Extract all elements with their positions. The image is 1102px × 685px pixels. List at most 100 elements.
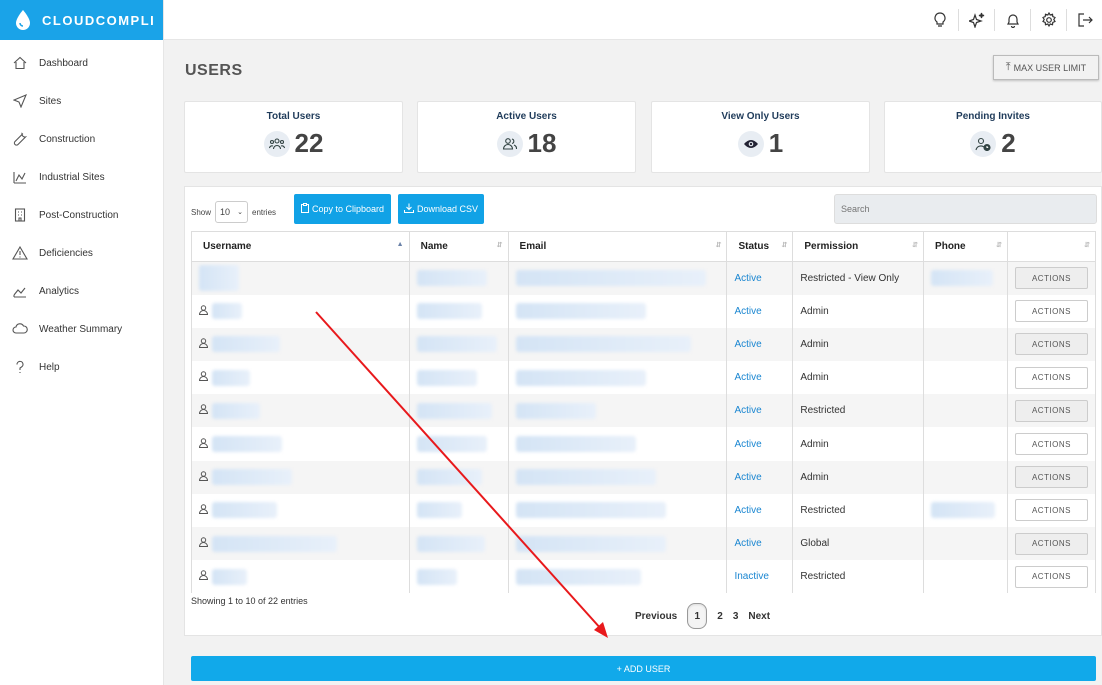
email-cell	[507, 327, 728, 362]
column-label: Email	[519, 241, 547, 252]
actions-button[interactable]: ACTIONS	[1014, 366, 1088, 389]
username-cell	[191, 493, 410, 527]
actions-button[interactable]: ACTIONS	[1014, 399, 1088, 422]
redacted-name	[416, 303, 482, 320]
actions-button[interactable]: ACTIONS	[1014, 466, 1088, 489]
wrench-icon	[12, 131, 28, 147]
table-row: Active Admin ACTIONS	[191, 327, 1097, 362]
pagination-previous[interactable]: Previous	[635, 611, 677, 622]
actions-cell: ACTIONS	[1006, 327, 1097, 362]
users-icon	[496, 130, 523, 157]
phone-cell	[923, 493, 1008, 527]
status-link[interactable]: Active	[734, 405, 761, 416]
brand-bar[interactable]: CLOUDCOMPLI	[0, 0, 163, 40]
email-cell	[507, 427, 728, 461]
pagination-next[interactable]: Next	[748, 611, 770, 622]
column-header-permission[interactable]: Permission ⇵	[792, 231, 925, 262]
copy-to-clipboard-button[interactable]: Copy to Clipboard	[294, 194, 391, 224]
sidebar-item-dashboard[interactable]: Dashboard	[0, 44, 163, 82]
download-csv-button[interactable]: Download CSV	[398, 194, 484, 224]
user-icon	[198, 338, 209, 351]
redacted-username	[212, 568, 247, 585]
search-input[interactable]	[834, 194, 1097, 224]
user-icon	[198, 570, 209, 583]
phone-cell	[923, 427, 1008, 461]
sidebar-item-deficiencies[interactable]: Deficiencies	[0, 234, 163, 272]
entries-select-value: 10	[220, 207, 231, 217]
sidebar-item-sites[interactable]: Sites	[0, 82, 163, 120]
redacted-username	[212, 402, 260, 419]
chevron-down-icon: ⌄	[237, 209, 244, 216]
pagination-page-1[interactable]: 1	[687, 603, 708, 629]
industry-icon	[12, 169, 28, 185]
permission-cell: Restricted	[792, 560, 925, 594]
sidebar-item-analytics[interactable]: Analytics	[0, 272, 163, 310]
add-user-button[interactable]: + ADD USER	[191, 656, 1096, 681]
sidebar-item-label: Dashboard	[39, 57, 88, 69]
sidebar-item-post-construction[interactable]: Post-Construction	[0, 196, 163, 234]
column-header-phone[interactable]: Phone ⇵	[923, 231, 1008, 262]
status-link[interactable]: Active	[734, 339, 761, 350]
column-header-name[interactable]: Name ⇵	[408, 231, 509, 262]
pagination-page-3[interactable]: 3	[733, 611, 739, 622]
status-link[interactable]: Active	[734, 273, 761, 284]
username-cell	[191, 361, 410, 395]
logout-icon[interactable]	[1066, 9, 1102, 31]
actions-button[interactable]: ACTIONS	[1014, 267, 1088, 290]
status-link[interactable]: Active	[734, 538, 761, 549]
building-icon	[12, 207, 28, 223]
status-link[interactable]: Active	[734, 505, 761, 516]
permission-cell: Restricted	[792, 394, 925, 428]
actions-button[interactable]: ACTIONS	[1014, 333, 1088, 356]
sidebar-item-construction[interactable]: Construction	[0, 120, 163, 158]
entries-select[interactable]: 10 ⌄	[215, 201, 249, 223]
redacted-username	[212, 436, 282, 453]
name-cell	[408, 560, 509, 594]
column-header-actions[interactable]: ⇵	[1006, 231, 1097, 262]
actions-cell: ACTIONS	[1006, 294, 1097, 328]
status-link[interactable]: Active	[734, 439, 761, 450]
permission-cell: Admin	[792, 294, 925, 328]
column-header-status[interactable]: Status ⇵	[726, 231, 794, 262]
status-link[interactable]: Inactive	[734, 571, 768, 582]
pagination-page-2[interactable]: 2	[717, 611, 723, 622]
user-icon	[198, 537, 209, 550]
sidebar-item-label: Weather Summary	[39, 323, 123, 335]
sidebar-item-industrial-sites[interactable]: Industrial Sites	[0, 158, 163, 196]
copy-label: Copy to Clipboard	[311, 204, 385, 214]
actions-button[interactable]: ACTIONS	[1014, 300, 1088, 323]
stat-value: 18	[527, 128, 557, 158]
status-cell: Active	[726, 327, 794, 362]
gear-icon[interactable]	[1030, 9, 1066, 31]
sidebar-item-help[interactable]: Help	[0, 348, 163, 386]
column-header-email[interactable]: Email ⇵	[507, 231, 728, 262]
max-user-limit-button[interactable]: ⤒ MAX USER LIMIT	[993, 55, 1099, 80]
bell-icon[interactable]	[994, 9, 1030, 31]
username-cell	[191, 261, 410, 295]
column-label: Status	[738, 241, 770, 252]
logo-icon	[12, 8, 34, 32]
actions-button[interactable]: ACTIONS	[1014, 433, 1088, 456]
permission-cell: Admin	[792, 427, 925, 461]
status-cell: Active	[726, 294, 794, 328]
status-link[interactable]: Active	[734, 306, 761, 317]
stat-card-view-only-users: View Only Users 1	[651, 101, 870, 173]
redacted-name	[416, 502, 462, 519]
actions-button[interactable]: ACTIONS	[1014, 499, 1088, 522]
actions-button[interactable]: ACTIONS	[1014, 565, 1088, 588]
sidebar-item-label: Help	[39, 361, 60, 373]
username-cell	[191, 327, 410, 362]
sidebar-item-weather-summary[interactable]: Weather Summary	[0, 310, 163, 348]
column-header-username[interactable]: Username ▲	[191, 231, 410, 262]
name-cell	[408, 327, 509, 362]
max-user-limit-label: MAX USER LIMIT	[1013, 62, 1087, 73]
table-row: Active Restricted ACTIONS	[191, 493, 1097, 527]
page-title: USERS	[185, 62, 243, 79]
lightbulb-icon[interactable]	[922, 9, 958, 31]
status-link[interactable]: Active	[734, 472, 761, 483]
actions-button[interactable]: ACTIONS	[1014, 532, 1088, 555]
sparkle-icon[interactable]	[958, 9, 994, 31]
status-cell: Active	[726, 261, 794, 295]
status-link[interactable]: Active	[734, 372, 761, 383]
redacted-name	[416, 336, 497, 353]
